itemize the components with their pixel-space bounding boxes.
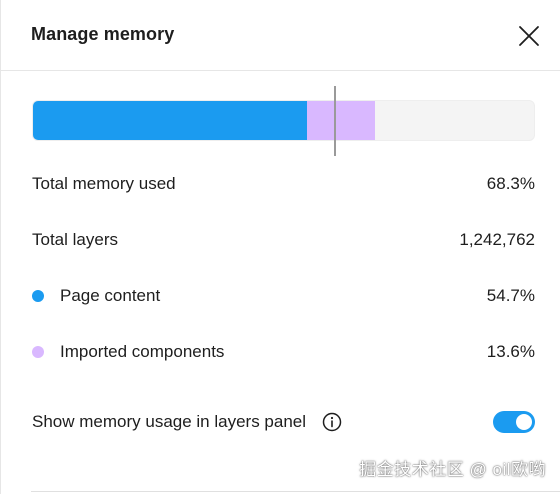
show-memory-setting-row: Show memory usage in layers panel <box>32 409 535 435</box>
total-layers-value: 1,242,762 <box>459 230 535 249</box>
dialog-header: Manage memory <box>1 0 560 71</box>
imported-components-row: Imported components 13.6% <box>32 339 535 365</box>
imported-components-legend: Imported components <box>32 342 224 362</box>
memory-limit-marker <box>334 86 336 156</box>
memory-bar-imported-components <box>307 101 375 140</box>
imported-components-value: 13.6% <box>486 342 535 361</box>
imported-components-label: Imported components <box>60 342 225 361</box>
page-content-legend: Page content <box>32 286 160 306</box>
page-content-label: Page content <box>60 286 161 305</box>
imported-components-dot-icon <box>32 346 44 358</box>
show-memory-toggle[interactable] <box>493 411 535 433</box>
total-layers-row: Total layers 1,242,762 <box>32 227 535 253</box>
page-content-dot-icon <box>32 290 44 302</box>
watermark-text: 掘金技术社区 @ oil欧哟 <box>359 460 546 479</box>
page-content-value: 54.7% <box>486 286 535 305</box>
close-icon <box>519 26 539 46</box>
show-memory-setting: Show memory usage in layers panel <box>32 412 342 432</box>
dialog-title: Manage memory <box>31 24 175 44</box>
divider <box>31 491 560 492</box>
info-icon[interactable] <box>322 412 342 432</box>
total-layers-label: Total layers <box>32 230 118 249</box>
show-memory-setting-label: Show memory usage in layers panel <box>32 412 307 431</box>
manage-memory-dialog: Manage memory Total memory used 68.3% To… <box>0 0 560 494</box>
memory-usage-bar <box>32 100 535 141</box>
total-memory-row: Total memory used 68.3% <box>32 171 535 197</box>
toggle-knob <box>516 414 532 430</box>
memory-bar-page-content <box>33 101 307 140</box>
total-memory-label: Total memory used <box>32 174 176 193</box>
total-memory-value: 68.3% <box>486 174 535 193</box>
close-button[interactable] <box>517 24 541 48</box>
info-icon-glyph <box>322 412 342 432</box>
page-content-row: Page content 54.7% <box>32 283 535 309</box>
